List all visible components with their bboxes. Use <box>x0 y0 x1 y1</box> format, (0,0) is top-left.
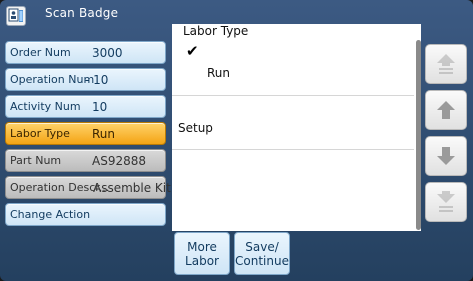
list-item-setup[interactable]: Setup <box>172 96 414 150</box>
field-value: Run <box>92 126 116 141</box>
arrow-up-icon <box>437 101 455 119</box>
arrow-down-icon <box>437 147 455 165</box>
field-label: Order Num <box>10 46 71 59</box>
field-label: Change Action <box>10 208 91 221</box>
list-item-label: Setup <box>178 121 213 135</box>
field-operation-num[interactable]: Operation Num - 10 <box>5 68 166 91</box>
field-value: 3000 <box>92 45 123 60</box>
labor-type-list-panel: Labor Type ✔ Run Setup <box>172 24 421 231</box>
field-label: Activity Num <box>10 100 81 113</box>
scroll-down-button[interactable] <box>425 136 467 176</box>
list-title: Labor Type <box>183 24 249 38</box>
window-title: Scan Badge <box>45 6 119 20</box>
field-value: Assemble Kit <box>93 180 171 195</box>
field-order-num[interactable]: Order Num 3000 <box>5 41 166 64</box>
field-part-num: Part Num AS92888 <box>5 149 166 172</box>
title-bar: Scan Badge <box>0 0 473 26</box>
list-item-label: Run <box>207 66 231 80</box>
save-continue-button[interactable]: Save/ Continue <box>234 232 290 275</box>
checkmark-icon: ✔ <box>186 42 199 60</box>
field-label: Labor Type <box>10 127 70 140</box>
field-value: AS92888 <box>92 153 146 168</box>
scroll-bottom-icon <box>437 191 455 212</box>
field-labor-type[interactable]: Labor Type Run <box>5 122 166 145</box>
field-activity-num[interactable]: Activity Num 10 <box>5 95 166 118</box>
list-scrollbar[interactable] <box>416 40 421 230</box>
scan-badge-icon <box>6 6 26 26</box>
field-label: Part Num <box>10 154 62 167</box>
scroll-up-button[interactable] <box>425 90 467 130</box>
more-labor-button[interactable]: More Labor <box>174 232 230 275</box>
scan-badge-window: Scan Badge Order Num 3000 Operation Num … <box>0 0 473 281</box>
field-label: Operation Num <box>10 73 95 86</box>
list-item-run[interactable]: ✔ Run <box>172 42 414 96</box>
field-value: - 10 <box>85 72 109 87</box>
field-value: 10 <box>92 99 108 114</box>
scroll-top-button[interactable] <box>425 44 467 84</box>
field-change-action[interactable]: Change Action <box>5 203 166 226</box>
scroll-top-icon <box>437 54 455 74</box>
scroll-bottom-button[interactable] <box>425 182 467 222</box>
field-operation-description: Operation Descr... Assemble Kit <box>5 176 171 199</box>
